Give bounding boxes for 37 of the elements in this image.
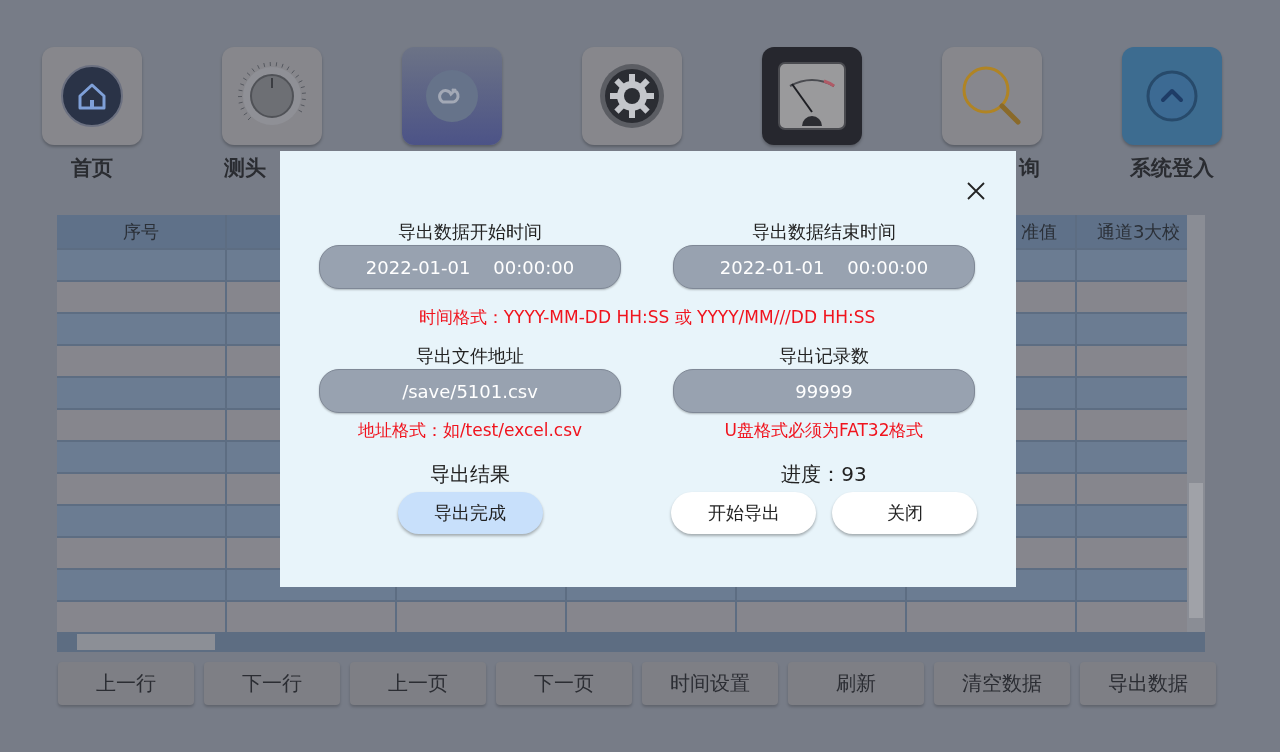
nav-button[interactable] bbox=[582, 47, 682, 145]
close-icon bbox=[967, 182, 985, 200]
toolbar-button[interactable]: 导出数据 bbox=[1080, 662, 1216, 705]
nav-button[interactable] bbox=[762, 47, 862, 145]
field-label: 导出文件地址 bbox=[416, 344, 524, 368]
nav-label: 测头 bbox=[224, 155, 266, 182]
field-label: 导出数据开始时间 bbox=[398, 220, 542, 244]
result-label: 导出结果 bbox=[430, 461, 510, 487]
meter-icon bbox=[776, 60, 848, 132]
start-time-field[interactable]: 2022-01-01 00:00:00 bbox=[319, 245, 621, 289]
field-label: 导出数据结束时间 bbox=[752, 220, 896, 244]
column-header: 通道3大校 bbox=[1077, 215, 1187, 248]
nav-button[interactable] bbox=[42, 47, 142, 145]
close-button[interactable] bbox=[967, 182, 985, 200]
toolbar-button[interactable]: 上一行 bbox=[58, 662, 194, 705]
start-export-button[interactable]: 开始导出 bbox=[671, 492, 816, 534]
field-label: 导出记录数 bbox=[779, 344, 869, 368]
toolbar-button[interactable]: 清空数据 bbox=[934, 662, 1070, 705]
column-header: 序号 bbox=[57, 215, 225, 248]
format-hint: 地址格式：如/test/excel.csv bbox=[357, 419, 583, 441]
file-path-field[interactable]: /save/5101.csv bbox=[319, 369, 621, 413]
progress-label: 进度：93 bbox=[781, 461, 867, 487]
toolbar-button[interactable]: 下一页 bbox=[496, 662, 632, 705]
toolbar-button[interactable]: 时间设置 bbox=[642, 662, 778, 705]
nav-label: 系统登入 bbox=[1130, 155, 1214, 182]
nav-label: 首页 bbox=[71, 155, 113, 182]
nav-label: 询 bbox=[1019, 155, 1040, 182]
result-button[interactable]: 导出完成 bbox=[397, 492, 543, 534]
format-hint: U盘格式必须为FAT32格式 bbox=[724, 419, 924, 441]
toolbar-button[interactable]: 上一页 bbox=[350, 662, 486, 705]
end-time-field[interactable]: 2022-01-01 00:00:00 bbox=[673, 245, 975, 289]
toolbar-button[interactable]: 下一行 bbox=[204, 662, 340, 705]
close-button[interactable]: 关闭 bbox=[832, 492, 977, 534]
record-count-field[interactable]: 99999 bbox=[673, 369, 975, 413]
vertical-scrollbar[interactable] bbox=[1187, 215, 1205, 632]
format-hint: 时间格式：YYYY-MM-DD HH:SS 或 YYYY/MM///DD HH:SS bbox=[417, 306, 877, 328]
toolbar-button[interactable]: 刷新 bbox=[788, 662, 924, 705]
